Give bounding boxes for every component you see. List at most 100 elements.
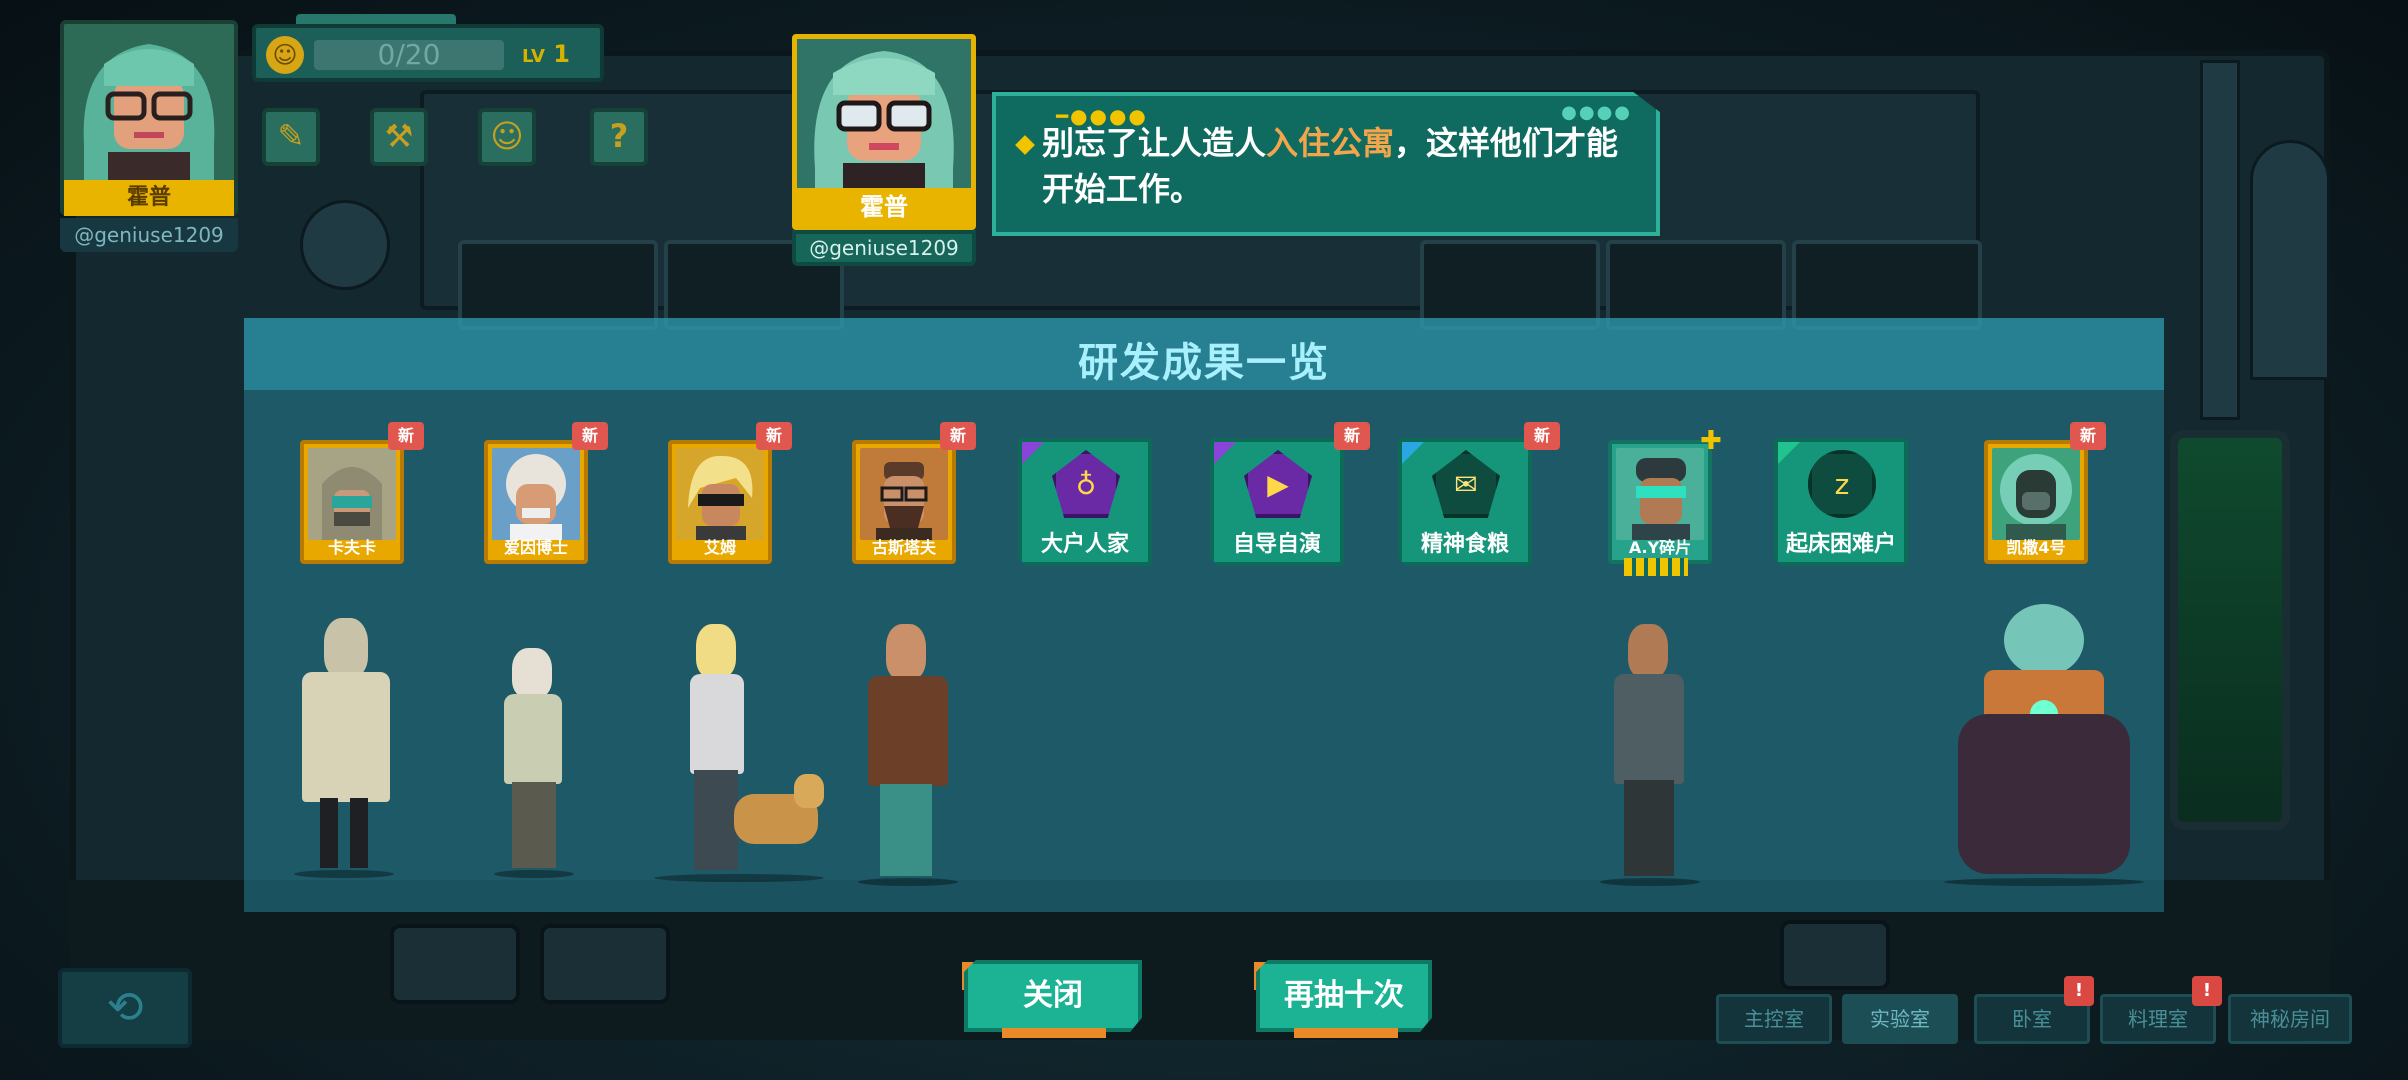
shelf <box>1606 240 1786 330</box>
kafka-figure <box>284 618 404 908</box>
gustav-figure <box>854 624 964 914</box>
rarity-corner <box>1402 442 1424 464</box>
result-trait-hard-to-wake[interactable]: z 起床困难户 <box>1774 438 1908 566</box>
result-trait-mental-food[interactable]: ✉ 精神食粮 <box>1398 438 1532 566</box>
room-alert-badge: ! <box>2064 976 2094 1006</box>
result-label: 精神食粮 <box>1420 532 1509 557</box>
player-name: 霍普 <box>64 180 234 216</box>
dialog-text: 别忘了让人造人入住公寓，这样他们才能开始工作。 <box>1042 120 1642 212</box>
ay-portrait-art <box>1632 458 1690 540</box>
rarity-corner <box>1214 442 1236 464</box>
room-tab-control[interactable]: 主控室 <box>1716 994 1832 1044</box>
ring-icon: ♁ <box>1052 450 1120 518</box>
room-alert-badge: ! <box>2192 976 2222 1006</box>
rarity-corner <box>1022 442 1044 464</box>
speaker-name: 霍普 <box>797 188 971 226</box>
result-trait-wealthy-family[interactable]: ♁ 大户人家 <box>1018 438 1152 566</box>
result-label: 凯撒4号 <box>2006 538 2066 557</box>
pipe <box>2200 60 2240 420</box>
dr-ein-portrait-art <box>506 454 566 540</box>
dialog-bullet-icon <box>1015 135 1035 155</box>
build-button[interactable]: ⚒ <box>370 108 428 166</box>
floor-crate <box>540 924 670 1004</box>
result-card-aim[interactable]: 艾姆 <box>668 440 772 564</box>
gustav-portrait-art <box>876 462 932 540</box>
speaker-handle: @geniuse1209 <box>792 230 976 266</box>
player-avatar-art <box>64 24 234 184</box>
help-button[interactable]: ? <box>590 108 648 166</box>
player-level: LV 1 <box>522 40 570 68</box>
results-panel: 研发成果一览 卡夫卡 新 爱因博士 新 艾姆 新 古斯塔夫 新 ♁ 大户人家 ▶… <box>244 318 2164 912</box>
gustav-portrait <box>860 448 948 540</box>
result-trait-self-directed[interactable]: ▶ 自导自演 <box>1210 438 1344 566</box>
green-tank <box>2170 430 2290 830</box>
result-card-gustav[interactable]: 古斯塔夫 <box>852 440 956 564</box>
globe-return-icon: ⟲ <box>106 982 144 1033</box>
caesar-portrait <box>1992 448 2080 540</box>
aim-portrait <box>676 448 764 540</box>
result-label: A.Y碎片 <box>1628 538 1692 557</box>
result-label: 卡夫卡 <box>327 538 376 557</box>
kafka-portrait <box>308 448 396 540</box>
kafka-portrait-art <box>322 467 382 540</box>
result-label: 起床困难户 <box>1785 532 1896 557</box>
button-accent <box>1002 1028 1106 1038</box>
new-badge: 新 <box>1524 422 1560 450</box>
vent-fan <box>300 200 390 290</box>
dialog-box[interactable]: ━●●●● ●●●● 别忘了让人造人入住公寓，这样他们才能开始工作。 <box>992 92 1660 236</box>
caesar-figure <box>1944 604 2144 910</box>
result-label: 艾姆 <box>703 538 736 557</box>
dr-ein-figure <box>494 648 574 908</box>
ay-portrait <box>1616 448 1704 540</box>
close-button[interactable]: 关闭 <box>964 960 1142 1032</box>
shelf <box>1420 240 1600 330</box>
notes-icon: ✎ <box>277 117 305 155</box>
results-panel-title: 研发成果一览 <box>1078 340 1330 386</box>
room-tab-lab[interactable]: 实验室 <box>1842 994 1958 1044</box>
result-label: 大户人家 <box>1040 532 1129 557</box>
level-label: LV <box>522 46 545 67</box>
new-badge: 新 <box>1334 422 1370 450</box>
dr-ein-portrait <box>492 448 580 540</box>
smile-icon: ☺ <box>490 117 524 155</box>
floor-machine <box>1780 920 1890 990</box>
draw-ten-button[interactable]: 再抽十次 <box>1256 960 1432 1032</box>
new-badge: 新 <box>2070 422 2106 450</box>
dialog-speaker: 霍普 @geniuse1209 <box>792 34 976 266</box>
sleep-pillow-icon: z <box>1808 450 1876 518</box>
movie-camera-icon: ▶ <box>1244 450 1312 518</box>
result-card-kafka[interactable]: 卡夫卡 <box>300 440 404 564</box>
new-badge: 新 <box>940 422 976 450</box>
player-card[interactable]: 霍普 @geniuse1209 <box>60 20 238 252</box>
rarity-corner <box>1778 442 1800 464</box>
sparkle-icon: ✚ <box>1700 426 1722 456</box>
level-value: 1 <box>553 40 570 68</box>
result-label: 古斯塔夫 <box>871 538 936 557</box>
ay-figure <box>1594 624 1704 914</box>
result-label: 爱因博士 <box>503 538 568 557</box>
mood-button[interactable]: ☺ <box>478 108 536 166</box>
level-bar: ☺ 0/20 LV 1 <box>252 24 604 82</box>
button-accent <box>1294 1028 1398 1038</box>
hammer-icon: ⚒ <box>384 117 414 155</box>
result-card-dr-ein[interactable]: 爱因博士 <box>484 440 588 564</box>
happiness-icon: ☺ <box>266 36 304 74</box>
speaker-avatar-art <box>797 39 971 189</box>
shelf <box>458 240 658 330</box>
result-card-caesar-4[interactable]: 凯撒4号 <box>1984 440 2088 564</box>
new-badge: 新 <box>572 422 608 450</box>
aim-portrait-art <box>688 455 753 540</box>
xp-progress-text: 0/20 <box>377 38 441 71</box>
player-handle: @geniuse1209 <box>60 218 238 252</box>
robot-arm <box>2250 140 2330 380</box>
book-icon: ✉ <box>1432 450 1500 518</box>
world-button[interactable]: ⟲ <box>58 968 192 1048</box>
result-card-ay-fragment[interactable]: A.Y碎片 <box>1608 440 1712 564</box>
room-tab-mystery[interactable]: 神秘房间 <box>2228 994 2352 1044</box>
notes-button[interactable]: ✎ <box>262 108 320 166</box>
dialog-text-part: 别忘了让人造人 <box>1042 124 1267 162</box>
dialog-highlight: 入住公寓 <box>1266 124 1395 162</box>
shelf <box>1792 240 1982 330</box>
aim-figure <box>634 624 824 914</box>
fragment-progress-icon <box>1624 558 1688 576</box>
